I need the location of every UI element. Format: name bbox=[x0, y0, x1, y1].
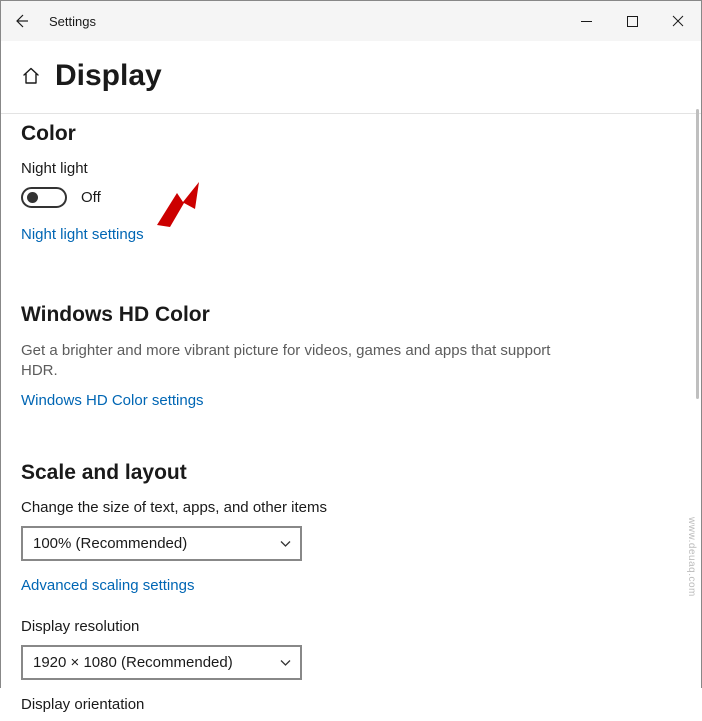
hd-color-description: Get a brighter and more vibrant picture … bbox=[21, 341, 581, 382]
minimize-icon bbox=[581, 16, 592, 27]
toggle-knob bbox=[27, 192, 38, 203]
chevron-down-icon bbox=[279, 656, 292, 669]
resolution-dropdown[interactable]: 1920 × 1080 (Recommended) bbox=[21, 645, 302, 680]
window-title: Settings bbox=[41, 14, 96, 29]
night-light-toggle-row: Off bbox=[21, 187, 681, 208]
home-icon bbox=[21, 66, 41, 86]
text-size-dropdown[interactable]: 100% (Recommended) bbox=[21, 526, 302, 561]
night-light-settings-link[interactable]: Night light settings bbox=[21, 226, 144, 243]
scrollbar[interactable] bbox=[696, 109, 699, 399]
resolution-value: 1920 × 1080 (Recommended) bbox=[33, 654, 279, 671]
page-title: Display bbox=[55, 59, 162, 93]
advanced-scaling-link[interactable]: Advanced scaling settings bbox=[21, 577, 194, 594]
watermark: www.deuaq.com bbox=[686, 517, 697, 597]
back-button[interactable] bbox=[1, 1, 41, 41]
maximize-button[interactable] bbox=[609, 1, 655, 41]
hd-color-settings-link[interactable]: Windows HD Color settings bbox=[21, 392, 204, 409]
content-area: Color Night light Off Night light settin… bbox=[1, 122, 701, 721]
text-size-value: 100% (Recommended) bbox=[33, 535, 279, 552]
night-light-toggle[interactable] bbox=[21, 187, 67, 208]
minimize-button[interactable] bbox=[563, 1, 609, 41]
section-heading-scale: Scale and layout bbox=[21, 461, 681, 485]
orientation-label: Display orientation bbox=[21, 696, 681, 713]
arrow-left-icon bbox=[12, 12, 30, 30]
maximize-icon bbox=[627, 16, 638, 27]
night-light-label: Night light bbox=[21, 160, 681, 177]
close-button[interactable] bbox=[655, 1, 701, 41]
page-header: Display bbox=[1, 41, 701, 113]
section-heading-hd-color: Windows HD Color bbox=[21, 303, 681, 327]
resolution-label: Display resolution bbox=[21, 618, 681, 635]
text-size-label: Change the size of text, apps, and other… bbox=[21, 499, 681, 516]
night-light-toggle-state: Off bbox=[81, 189, 101, 206]
close-icon bbox=[672, 15, 684, 27]
titlebar: Settings bbox=[1, 1, 701, 41]
chevron-down-icon bbox=[279, 537, 292, 550]
section-heading-color: Color bbox=[21, 122, 681, 146]
home-button[interactable] bbox=[21, 66, 41, 86]
